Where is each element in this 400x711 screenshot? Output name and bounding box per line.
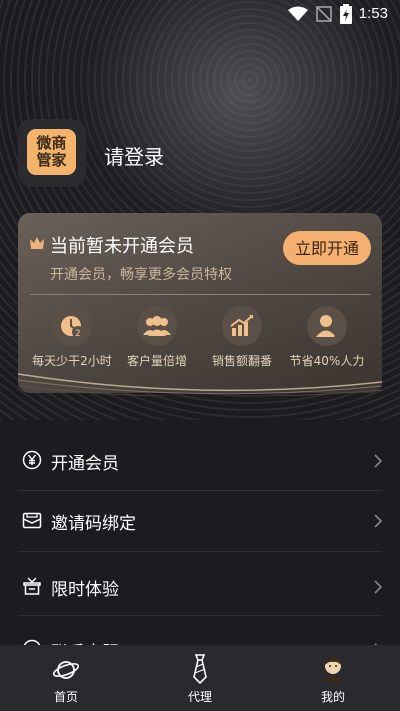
wifi-icon [288,6,308,21]
chevron-right-icon [374,514,382,528]
crown-icon [30,237,44,249]
user-avatar-icon [323,657,343,682]
login-link[interactable]: 请登录 [104,141,164,170]
yuan-icon [22,450,42,470]
chevron-right-icon [374,580,382,594]
clock: 1:53 [358,5,388,22]
planet-icon [52,661,80,679]
tab-home[interactable]: 首页 [16,645,116,711]
open-membership-button[interactable]: 立即开通 [283,231,371,265]
no-signal-icon [316,6,332,22]
menu-item-trial[interactable]: 限时体验 [18,557,382,617]
tab-label: 我的 [320,690,345,704]
tie-icon [193,654,207,685]
tab-label: 代理 [187,690,212,704]
status-bar: 1:53 [0,0,400,28]
chevron-right-icon [374,454,382,468]
users-icon [137,306,177,346]
battery-charging-icon [340,4,352,24]
logo-text: 微商管家 [36,134,67,169]
menu-item-open-membership[interactable]: 开通会员 [18,431,382,491]
tab-label: 首页 [53,690,78,704]
menu-divider [18,551,382,552]
vip-subtitle: 开通会员，畅享更多会员特权 [50,267,232,283]
bottom-tab-bar: 首页 代理 我的 [0,645,400,711]
envelope-icon [22,512,42,529]
gift-box-icon [23,577,41,595]
chart-up-icon [222,306,262,346]
card-swoosh-decoration [18,373,382,396]
vip-title: 当前暂未开通会员 [50,236,194,257]
svg-text:2: 2 [75,329,81,339]
menu-item-label: 开通会员 [51,454,119,474]
app-logo[interactable]: 微商管家 [18,119,86,187]
tab-mine[interactable]: 我的 [283,645,383,711]
menu-item-invite-code[interactable]: 邀请码绑定 [18,491,382,551]
tab-agent[interactable]: 代理 [150,645,250,711]
logo-badge: 微商管家 [27,129,76,175]
clock-2-icon: 2 [52,306,92,346]
menu-divider [18,615,382,616]
menu-item-label: 邀请码绑定 [51,514,136,534]
card-divider [30,294,370,295]
menu-item-label: 限时体验 [51,580,119,600]
person-icon [307,306,347,346]
